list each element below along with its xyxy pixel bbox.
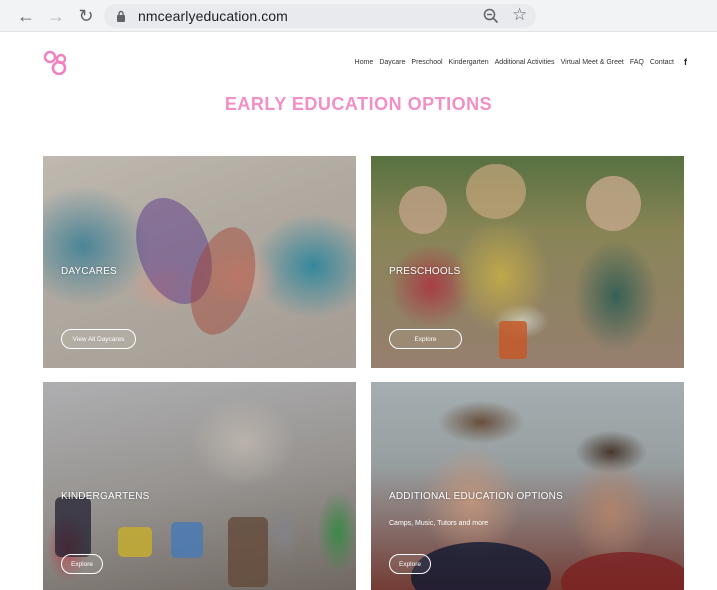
forward-arrow-icon[interactable]: → — [46, 6, 66, 26]
card-title: DAYCARES — [61, 266, 117, 277]
main-nav: Home Daycare Preschool Kindergarten Addi… — [349, 57, 687, 67]
card-title: KINDERGARTENS — [61, 491, 150, 502]
view-all-daycares-button[interactable]: View All Daycares — [61, 329, 136, 349]
site-logo[interactable] — [42, 49, 72, 75]
nav-link-additional-activities[interactable]: Additional Activities — [495, 59, 555, 66]
additional-education-card[interactable]: ADDITIONAL EDUCATION OPTIONS Camps, Musi… — [371, 382, 684, 590]
card-title: PRESCHOOLS — [389, 266, 461, 277]
reload-icon[interactable]: ↻ — [76, 6, 96, 26]
nav-link-contact[interactable]: Contact — [650, 59, 674, 66]
card-subtitle: Camps, Music, Tutors and more — [389, 520, 489, 527]
kindergartens-card[interactable]: KINDERGARTENS Explore — [43, 382, 356, 590]
nav-link-virtual-meet-greet[interactable]: Virtual Meet & Greet — [561, 59, 624, 66]
page-title: EARLY EDUCATION OPTIONS — [224, 94, 493, 114]
nav-link-daycare[interactable]: Daycare — [379, 59, 405, 66]
preschools-card[interactable]: PRESCHOOLS Explore — [371, 156, 684, 368]
back-arrow-icon[interactable]: ← — [16, 6, 36, 26]
nav-link-kindergarten[interactable]: Kindergarten — [449, 59, 489, 66]
nav-link-preschool[interactable]: Preschool — [411, 59, 442, 66]
nav-link-home[interactable]: Home — [355, 59, 374, 66]
card-title: ADDITIONAL EDUCATION OPTIONS — [389, 491, 563, 502]
bookmark-star-icon[interactable]: ☆ — [512, 6, 530, 24]
daycares-card[interactable]: DAYCARES View All Daycares — [43, 156, 356, 368]
url-text[interactable]: nmcearlyeducation.com — [138, 8, 288, 24]
browser-toolbar: ← → ↻ nmcearlyeducation.com ☆ — [0, 0, 717, 32]
nav-link-faq[interactable]: FAQ — [630, 59, 644, 66]
zoom-out-icon[interactable] — [482, 7, 500, 25]
explore-preschools-button[interactable]: Explore — [389, 329, 462, 349]
lock-icon — [117, 10, 125, 22]
site-header: Home Daycare Preschool Kindergarten Addi… — [0, 32, 717, 92]
facebook-icon[interactable]: f — [684, 57, 687, 67]
explore-kindergartens-button[interactable]: Explore — [61, 554, 103, 574]
address-bar[interactable]: nmcearlyeducation.com ☆ — [104, 4, 536, 28]
explore-additional-button[interactable]: Explore — [389, 554, 431, 574]
